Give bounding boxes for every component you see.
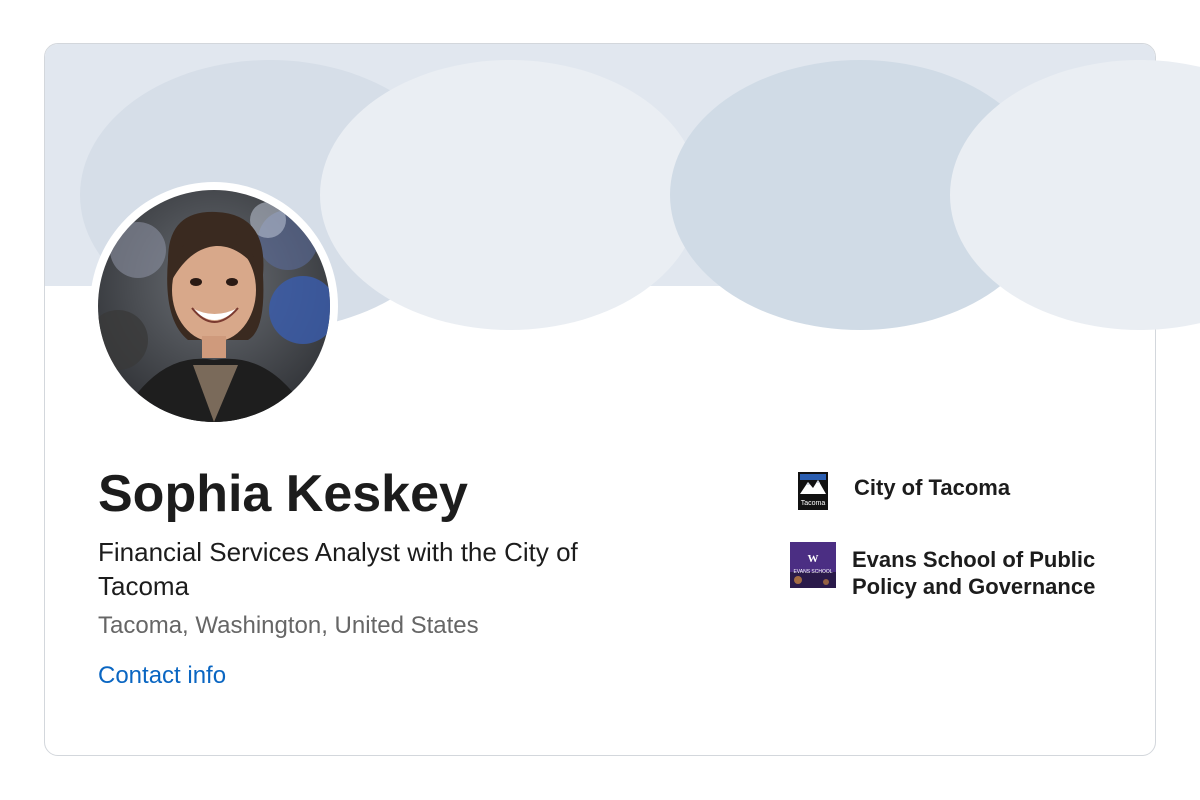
org-name: Evans School of Public Policy and Govern… xyxy=(852,547,1096,599)
svg-text:W: W xyxy=(808,553,819,565)
org-name: City of Tacoma xyxy=(854,475,1011,500)
city-of-tacoma-logo-icon: Tacoma xyxy=(798,472,828,510)
profile-headline: Financial Services Analyst with the City… xyxy=(98,537,578,601)
profile-name: Sophia Keskey xyxy=(98,465,468,523)
profile-avatar[interactable] xyxy=(90,182,338,430)
evans-school-logo-icon: W EVANS SCHOOL xyxy=(790,542,836,588)
profile-photo xyxy=(98,190,330,422)
profile-location: Tacoma, Washington, United States xyxy=(98,612,479,639)
profile-page: Sophia Keskey Financial Services Analyst… xyxy=(0,0,1200,800)
org-city-of-tacoma[interactable]: Tacoma City of Tacoma xyxy=(798,472,1134,510)
svg-text:EVANS SCHOOL: EVANS SCHOOL xyxy=(793,569,832,575)
svg-text:Tacoma: Tacoma xyxy=(801,500,826,507)
contact-info-link[interactable]: Contact info xyxy=(98,659,226,693)
banner-bubble xyxy=(320,60,700,330)
org-evans-school[interactable]: W EVANS SCHOOL Evans School of Public Po… xyxy=(790,542,1142,600)
